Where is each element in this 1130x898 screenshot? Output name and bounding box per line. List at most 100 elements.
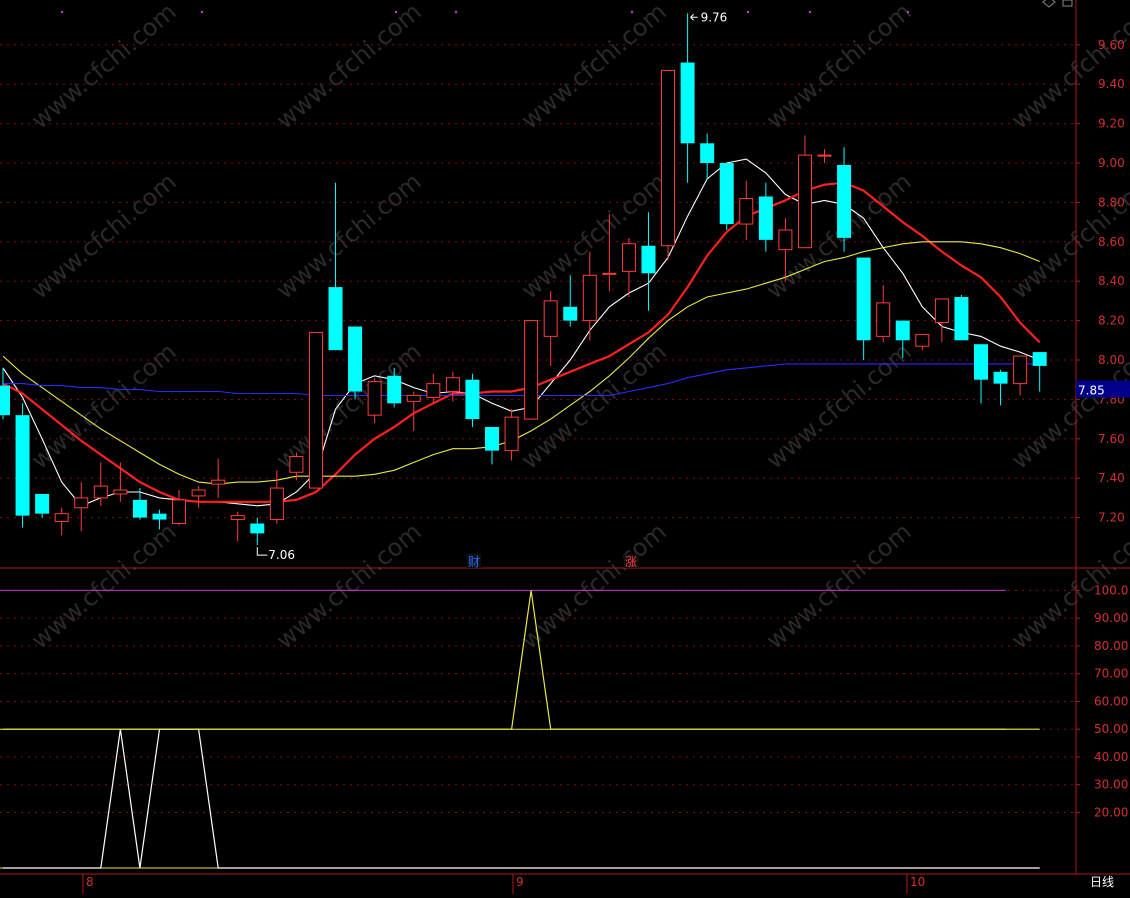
month-label: 10 bbox=[910, 875, 925, 889]
candle-body-up bbox=[621, 243, 636, 272]
current-price-marker: 7.85 bbox=[1076, 380, 1130, 398]
indicator-tick-label: 60.00 bbox=[1094, 694, 1128, 708]
period-label[interactable]: 日线 bbox=[1090, 875, 1114, 889]
candle[interactable] bbox=[700, 133, 715, 179]
watermark-text: www.cfchi.com bbox=[761, 337, 917, 474]
candle[interactable] bbox=[308, 331, 323, 489]
candle-body-up bbox=[113, 489, 128, 495]
top-marker-dot bbox=[630, 10, 634, 14]
diamond-icon[interactable] bbox=[1042, 0, 1056, 8]
candle[interactable] bbox=[211, 458, 226, 498]
candle-body-down bbox=[152, 513, 167, 520]
indicator-tick-label: 40.00 bbox=[1094, 750, 1128, 764]
candle-body-down bbox=[719, 163, 734, 225]
candle[interactable] bbox=[974, 344, 988, 404]
candle[interactable] bbox=[954, 294, 969, 341]
candle-body-down bbox=[132, 499, 147, 518]
candle[interactable] bbox=[74, 482, 89, 532]
candle[interactable] bbox=[1032, 352, 1047, 392]
candle-body-up bbox=[915, 333, 930, 347]
indicator-tick-label: 100.0 bbox=[1094, 583, 1128, 597]
candle-body-up bbox=[269, 487, 284, 521]
candle[interactable] bbox=[641, 212, 656, 311]
event-marker-label: 财 bbox=[468, 555, 480, 569]
candle[interactable] bbox=[367, 377, 382, 424]
candle[interactable] bbox=[132, 488, 147, 520]
price-tick-label: 8.20 bbox=[1098, 314, 1125, 328]
candle-body-down bbox=[348, 326, 363, 392]
candle[interactable] bbox=[719, 163, 734, 230]
candle-body-up bbox=[211, 479, 226, 485]
candle-body-up bbox=[93, 485, 108, 499]
candle-body-down bbox=[250, 523, 265, 534]
candle[interactable] bbox=[54, 507, 69, 536]
candle[interactable] bbox=[797, 135, 812, 249]
candle[interactable] bbox=[582, 251, 597, 341]
candle[interactable] bbox=[250, 517, 265, 546]
candle[interactable] bbox=[172, 490, 187, 526]
candle-body-down bbox=[35, 493, 50, 514]
indicator-series-line bbox=[3, 590, 1040, 730]
candle-body-up bbox=[308, 331, 323, 489]
indicator-tick-label: 20.00 bbox=[1094, 805, 1128, 819]
candle[interactable] bbox=[563, 275, 578, 327]
candle-body-down bbox=[680, 62, 695, 144]
candle-body-up bbox=[289, 456, 304, 473]
price-tick-label: 8.80 bbox=[1098, 195, 1125, 209]
indicator-tick-label: 80.00 bbox=[1094, 639, 1128, 653]
candle-body-up bbox=[582, 274, 597, 322]
candle-body-up bbox=[74, 497, 89, 509]
candle-body-down bbox=[328, 287, 343, 351]
month-label: 8 bbox=[86, 875, 94, 889]
event-marker[interactable]: 财 bbox=[467, 554, 481, 569]
watermark-text: www.cfchi.com bbox=[271, 0, 427, 135]
candle-body-up bbox=[191, 489, 206, 497]
candle-body-up bbox=[797, 154, 812, 249]
candle-body-down bbox=[15, 415, 30, 516]
candle[interactable] bbox=[876, 285, 891, 343]
top-marker-dot bbox=[746, 10, 750, 14]
stock-chart[interactable]: www.cfchi.com www.cfchi.com www.cfchi.com w… bbox=[0, 0, 1130, 894]
watermark-text: www.cfchi.com bbox=[761, 517, 917, 654]
candle-body-up bbox=[739, 197, 754, 225]
candle[interactable] bbox=[230, 511, 245, 542]
candle-body-up bbox=[367, 381, 382, 416]
candle-body-up bbox=[172, 499, 187, 525]
candle[interactable] bbox=[915, 333, 930, 351]
watermark-text: www.cfchi.com bbox=[26, 0, 182, 135]
top-marker-dot bbox=[454, 10, 458, 14]
price-tick-label: 7.40 bbox=[1098, 471, 1125, 485]
candle[interactable] bbox=[191, 486, 206, 508]
price-tick-label: 8.00 bbox=[1098, 353, 1125, 367]
price-tick-label: 7.20 bbox=[1098, 511, 1125, 525]
top-marker-dot bbox=[906, 10, 910, 14]
candle[interactable] bbox=[465, 373, 480, 427]
candle[interactable] bbox=[485, 426, 499, 465]
window-icon[interactable] bbox=[1062, 0, 1073, 7]
candle[interactable] bbox=[524, 320, 539, 420]
watermark-text: www.cfchi.com bbox=[271, 167, 427, 304]
candle[interactable] bbox=[993, 369, 1008, 406]
candle-body-down bbox=[485, 426, 499, 451]
candle[interactable] bbox=[856, 257, 871, 360]
candle[interactable] bbox=[680, 13, 695, 183]
price-tick-label: 7.60 bbox=[1098, 432, 1125, 446]
indicator-tick-label: 50.00 bbox=[1094, 722, 1128, 736]
candle[interactable] bbox=[1013, 355, 1028, 396]
candle[interactable] bbox=[15, 403, 30, 528]
candle[interactable] bbox=[35, 493, 50, 518]
candle-body-down bbox=[895, 320, 910, 341]
candle[interactable] bbox=[817, 149, 832, 163]
candle[interactable] bbox=[543, 291, 558, 366]
candle-body-down bbox=[954, 296, 969, 341]
candle[interactable] bbox=[113, 462, 128, 502]
candle-body-up bbox=[230, 515, 245, 521]
candle[interactable] bbox=[934, 298, 949, 343]
candle[interactable] bbox=[348, 326, 363, 400]
candle-body-down bbox=[837, 164, 852, 238]
candle[interactable] bbox=[621, 237, 636, 297]
candle[interactable] bbox=[661, 69, 676, 260]
candle[interactable] bbox=[739, 180, 754, 240]
candle-body-up bbox=[817, 154, 832, 157]
event-marker[interactable]: 涨 bbox=[624, 554, 638, 569]
